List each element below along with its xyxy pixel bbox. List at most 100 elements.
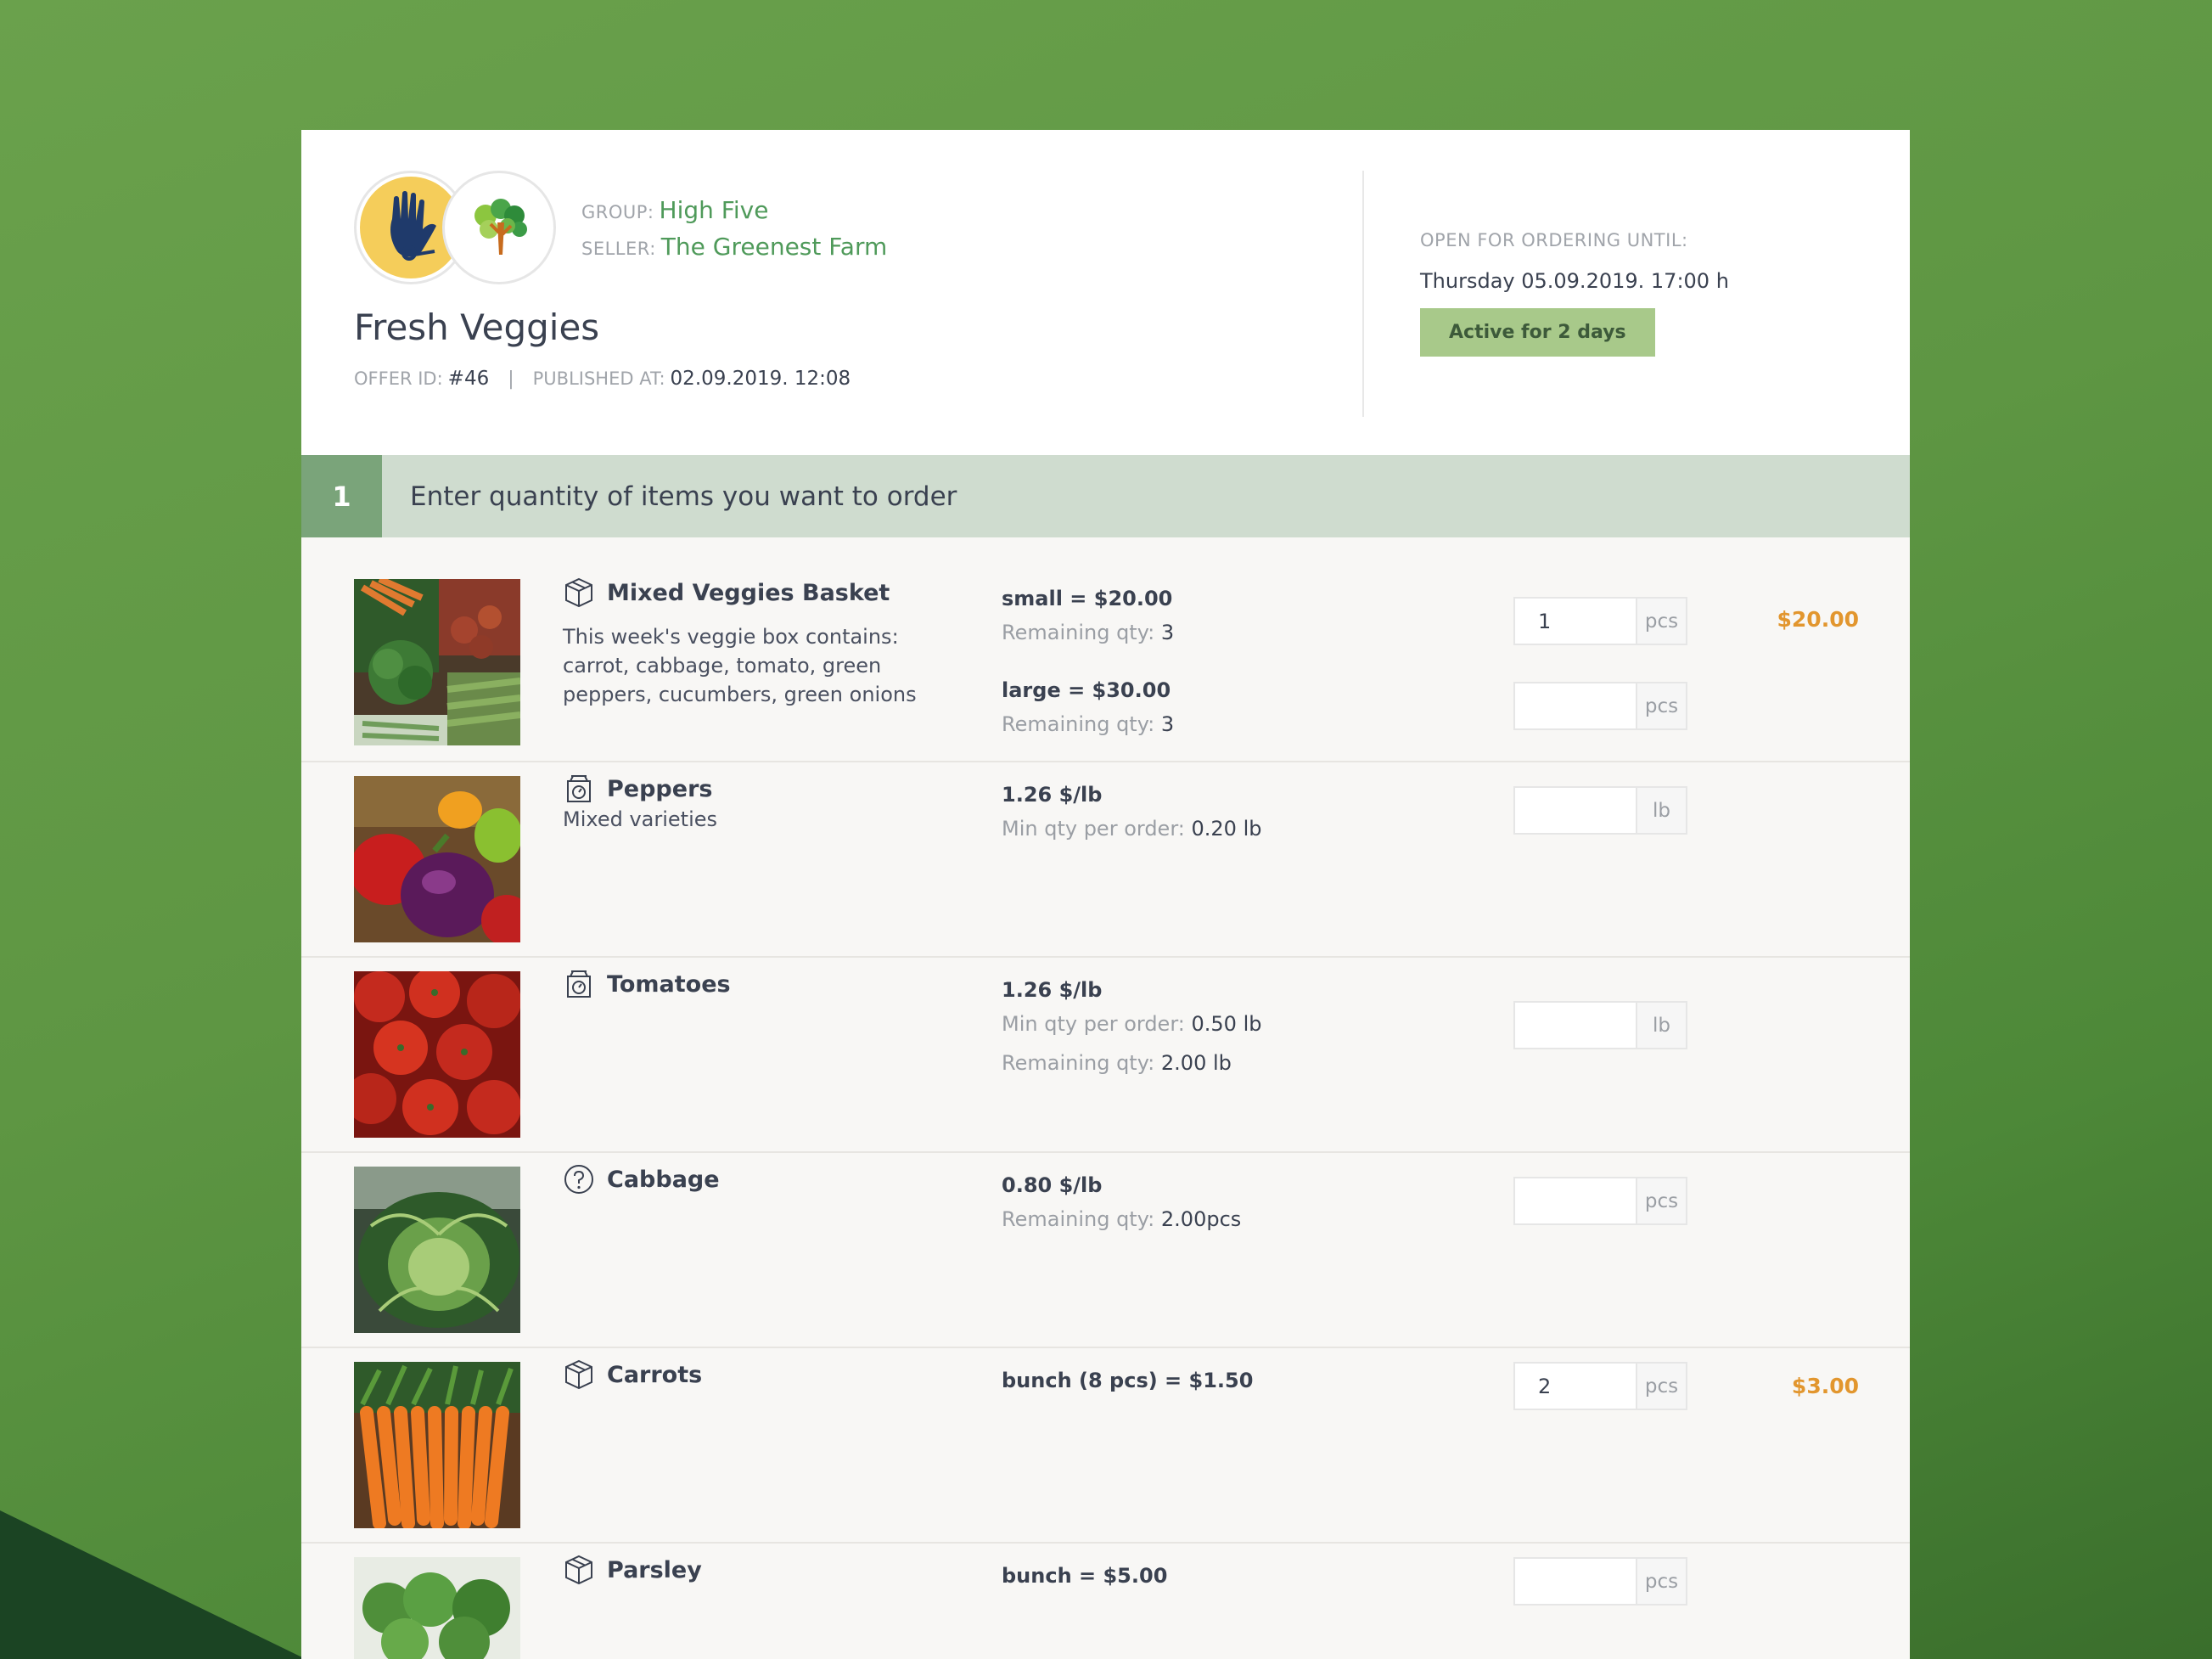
- product-description: Mixed varieties: [563, 807, 718, 831]
- remaining-qty: Remaining qty: 2.00pcs: [1002, 1202, 1241, 1236]
- seller-label: SELLER:: [581, 239, 656, 259]
- unit-price: bunch (8 pcs) = $1.50: [1002, 1369, 1254, 1392]
- quantity-field[interactable]: lb: [1513, 1001, 1687, 1049]
- remaining-value: 3: [1160, 621, 1175, 644]
- product-title: Parsley: [563, 1554, 702, 1586]
- quantity-field[interactable]: pcs: [1513, 1362, 1687, 1410]
- product-image-carrots: [354, 1362, 520, 1528]
- unit-label: lb: [1636, 1003, 1686, 1048]
- unit-price: 1.26 $/lb: [1002, 783, 1103, 807]
- min-qty: Min qty per order: 0.50 lb: [1002, 1007, 1261, 1041]
- seller-line: SELLER: The Greenest Farm: [581, 233, 887, 269]
- product-image-tomatoes: [354, 971, 520, 1138]
- product-title: Tomatoes: [563, 968, 731, 1000]
- quantity-input[interactable]: [1515, 1559, 1636, 1604]
- remaining-label: Remaining qty:: [1002, 1051, 1155, 1075]
- remaining-value: 3: [1160, 712, 1175, 736]
- product-name: Cabbage: [607, 1166, 720, 1193]
- product-image-cabbage: [354, 1167, 520, 1333]
- group-seller-info: GROUP: High Five SELLER: The Greenest Fa…: [581, 196, 887, 269]
- quantity-field[interactable]: pcs: [1513, 682, 1687, 730]
- unit-label: pcs: [1636, 1364, 1686, 1409]
- quantity-field[interactable]: pcs: [1513, 1177, 1687, 1225]
- quantity-field[interactable]: pcs: [1513, 597, 1687, 645]
- remaining-label: Remaining qty:: [1002, 1207, 1155, 1231]
- quantity-input[interactable]: [1515, 599, 1636, 644]
- variant-large-price: large = $30.00 Remaining qty: 3: [1002, 673, 1174, 741]
- box-icon: [565, 577, 592, 608]
- published-value: 02.09.2019. 12:08: [670, 368, 851, 390]
- step-bar: 1 Enter quantity of items you want to or…: [301, 455, 1910, 537]
- step-title: Enter quantity of items you want to orde…: [410, 481, 957, 512]
- order-until-label: OPEN FOR ORDERING UNTIL:: [1420, 230, 1688, 250]
- background-triangle: [0, 1510, 306, 1659]
- price-info: 0.80 $/lb Remaining qty: 2.00pcs: [1002, 1168, 1241, 1236]
- product-title: Peppers: [563, 773, 712, 805]
- quantity-input[interactable]: [1515, 683, 1636, 728]
- product-title: Cabbage: [563, 1163, 720, 1195]
- quantity-field[interactable]: lb: [1513, 786, 1687, 835]
- product-name: Mixed Veggies Basket: [607, 579, 890, 606]
- min-qty-label: Min qty per order:: [1002, 817, 1185, 841]
- remaining-label: Remaining qty:: [1002, 621, 1155, 644]
- question-icon: [564, 1165, 593, 1194]
- remaining-value: 2.00pcs: [1160, 1207, 1242, 1231]
- box-icon: [565, 1555, 592, 1585]
- min-qty: Min qty per order: 0.20 lb: [1002, 812, 1261, 846]
- order-deadline: OPEN FOR ORDERING UNTIL: Thursday 05.09.…: [1420, 230, 1729, 357]
- product-row: Cabbage 0.80 $/lb Remaining qty: 2.00pcs…: [301, 1153, 1910, 1348]
- scale-icon: [567, 970, 591, 998]
- product-name: Carrots: [607, 1361, 703, 1388]
- price-info: 1.26 $/lb Min qty per order: 0.50 lb Rem…: [1002, 973, 1261, 1080]
- order-until-value: Thursday 05.09.2019. 17:00 h: [1420, 269, 1729, 293]
- product-row: Parsley bunch = $5.00 pcs: [301, 1544, 1910, 1659]
- remaining-qty: Remaining qty: 3: [1002, 616, 1174, 650]
- seller-name[interactable]: The Greenest Farm: [661, 233, 887, 261]
- remaining-qty: Remaining qty: 3: [1002, 707, 1174, 741]
- min-qty-label: Min qty per order:: [1002, 1012, 1185, 1036]
- product-row: Mixed Veggies Basket This week's veggie …: [301, 537, 1910, 762]
- unit-price: bunch = $5.00: [1002, 1564, 1168, 1588]
- product-title: Carrots: [563, 1358, 702, 1391]
- published-label: PUBLISHED AT:: [532, 368, 665, 389]
- line-total: $20.00: [1777, 607, 1859, 632]
- offer-header: GROUP: High Five SELLER: The Greenest Fa…: [301, 130, 1910, 455]
- price-info: 1.26 $/lb Min qty per order: 0.20 lb: [1002, 778, 1261, 846]
- min-qty-value: 0.20 lb: [1191, 817, 1262, 841]
- variant-price: small = $20.00: [1002, 587, 1173, 610]
- product-title: Mixed Veggies Basket: [563, 576, 890, 609]
- quantity-input[interactable]: [1515, 1364, 1636, 1409]
- remaining-label: Remaining qty:: [1002, 712, 1155, 736]
- product-image-parsley: [354, 1557, 520, 1659]
- quantity-input[interactable]: [1515, 1178, 1636, 1223]
- product-row: Peppers Mixed varieties 1.26 $/lb Min qt…: [301, 762, 1910, 958]
- variant-small-price: small = $20.00 Remaining qty: 3: [1002, 582, 1174, 650]
- header-divider: [1362, 171, 1364, 417]
- status-badge: Active for 2 days: [1420, 308, 1655, 357]
- unit-price: 0.80 $/lb: [1002, 1173, 1103, 1197]
- meta-separator: |: [508, 368, 514, 390]
- price-info: bunch (8 pcs) = $1.50: [1002, 1364, 1253, 1397]
- quantity-input[interactable]: [1515, 1003, 1636, 1048]
- group-line: GROUP: High Five: [581, 196, 887, 233]
- seller-logo: [442, 171, 556, 284]
- product-name: Peppers: [607, 775, 713, 802]
- box-icon: [565, 1359, 592, 1390]
- step-number: 1: [301, 455, 382, 537]
- quantity-input[interactable]: [1515, 788, 1636, 833]
- quantity-field[interactable]: pcs: [1513, 1557, 1687, 1606]
- group-name[interactable]: High Five: [660, 196, 769, 224]
- product-row: Carrots bunch (8 pcs) = $1.50 pcs $3.00: [301, 1348, 1910, 1544]
- product-row: Tomatoes 1.26 $/lb Min qty per order: 0.…: [301, 958, 1910, 1153]
- remaining-value: 2.00 lb: [1160, 1051, 1232, 1075]
- line-total: $3.00: [1791, 1374, 1859, 1398]
- product-name: Parsley: [607, 1556, 702, 1583]
- page-title: Fresh Veggies: [354, 306, 600, 348]
- remaining-qty: Remaining qty: 2.00 lb: [1002, 1046, 1261, 1080]
- price-info: bunch = $5.00: [1002, 1559, 1167, 1593]
- unit-label: pcs: [1636, 1178, 1686, 1223]
- product-description: This week's veggie box contains: carrot,…: [563, 625, 917, 706]
- product-image-veggie-basket: [354, 579, 520, 745]
- offer-card: GROUP: High Five SELLER: The Greenest Fa…: [301, 130, 1910, 1659]
- offer-meta: OFFER ID: #46 | PUBLISHED AT: 02.09.2019…: [354, 368, 851, 390]
